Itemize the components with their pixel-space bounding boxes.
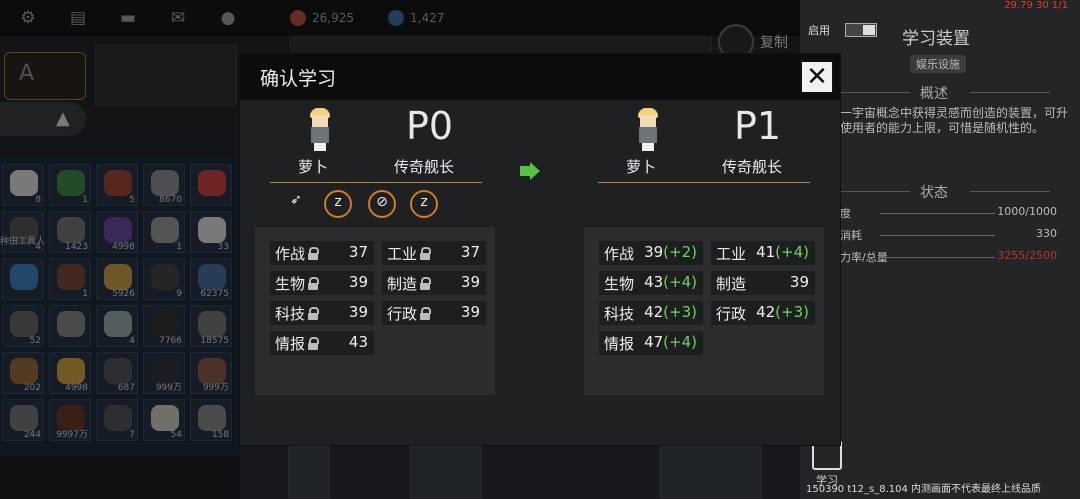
lock-icon — [308, 277, 319, 290]
level-before: P0 — [406, 104, 454, 148]
rank-title: 传奇舰长 — [394, 158, 455, 176]
level-after: P1 — [734, 104, 782, 148]
close-button[interactable]: ✕ — [800, 60, 834, 94]
facility-info-panel: 29.79 30 1/1 启用 学习装置 娱乐设施 概述 一宇宙概念中获得灵感而… — [800, 0, 1080, 499]
status-row: 消耗 330 — [840, 227, 1057, 242]
stat-label: 行政 — [387, 305, 418, 323]
stat-1: 工业 37 — [382, 241, 486, 265]
avatar — [304, 108, 336, 152]
sleep-trait-icon[interactable]: z — [324, 190, 352, 218]
lock-icon — [308, 247, 319, 260]
stat-1: 工业 41(+4) — [711, 241, 815, 265]
debug-readout: 29.79 30 1/1 — [1004, 0, 1068, 11]
stat-value: 47(+4) — [644, 333, 697, 351]
character-before: 萝卜 P0 传奇舰长 — [276, 104, 506, 186]
facility-description: 一宇宙概念中获得灵感而创造的装置，可升使用者的能力上限，可惜是随机性的。 — [840, 106, 1069, 135]
stat-value: 43 — [348, 333, 368, 351]
stat-3: 制造 39 — [382, 271, 486, 295]
status-row: 度 1000/1000 — [840, 205, 1057, 220]
enable-toggle[interactable] — [845, 23, 877, 37]
version-watermark: 150390 t12_s_8.104 内测画面不代表最终上线品质 — [806, 484, 1042, 495]
lock-icon — [420, 307, 431, 320]
stat-6: 情报 43 — [270, 331, 374, 355]
dialog-title: 确认学习 — [260, 68, 337, 90]
stat-4: 科技 39 — [270, 301, 374, 325]
stat-label: 生物 — [604, 275, 635, 293]
stat-value: 37 — [460, 243, 480, 261]
stat-3: 制造 39 — [711, 271, 815, 295]
stat-label: 作战 — [604, 245, 635, 263]
stat-value: 42(+3) — [756, 303, 809, 321]
rocket-trait-icon[interactable]: ➶ — [282, 190, 310, 218]
confirm-learn-dialog: 确认学习 ✕ 萝卜 P0 传奇舰长 ➶ z ⊘ z 萝卜 P1 传奇舰长 作战 3… — [240, 54, 840, 445]
stat-4: 科技 42(+3) — [599, 301, 703, 325]
facility-type-badge: 娱乐设施 — [910, 55, 966, 73]
stat-label: 工业 — [387, 245, 418, 263]
stat-value: 39 — [460, 303, 480, 321]
enable-label: 启用 — [808, 24, 830, 37]
stat-5: 行政 39 — [382, 301, 486, 325]
status-heading: 状态 — [920, 185, 948, 201]
lock-icon — [420, 277, 431, 290]
stat-value: 37 — [348, 243, 368, 261]
stat-value: 39 — [348, 273, 368, 291]
stat-value: 39(+2) — [644, 243, 697, 261]
stat-label: 科技 — [604, 305, 635, 323]
overview-heading: 概述 — [920, 86, 948, 102]
stat-label: 工业 — [716, 245, 747, 263]
lock-icon — [308, 307, 319, 320]
stat-value: 39 — [348, 303, 368, 321]
lock-icon — [308, 337, 319, 350]
learn-button[interactable]: 学习 — [810, 440, 844, 487]
facility-title: 学习装置 — [902, 29, 970, 49]
stat-label: 行政 — [716, 305, 747, 323]
stat-6: 情报 47(+4) — [599, 331, 703, 355]
stat-label: 科技 — [275, 305, 306, 323]
stat-label: 作战 — [275, 245, 306, 263]
character-name: 萝卜 — [626, 158, 657, 176]
stat-label: 制造 — [716, 275, 747, 293]
stat-value: 39 — [460, 273, 480, 291]
stat-value: 42(+3) — [644, 303, 697, 321]
stat-value: 43(+4) — [644, 273, 697, 291]
lock-icon — [420, 247, 431, 260]
stat-0: 作战 37 — [270, 241, 374, 265]
stat-label: 制造 — [387, 275, 418, 293]
rank-title: 传奇舰长 — [722, 158, 783, 176]
stat-2: 生物 43(+4) — [599, 271, 703, 295]
status-row: 力率/总量 3255/2500 — [840, 249, 1057, 264]
character-after: 萝卜 P1 传奇舰长 — [604, 104, 834, 186]
stat-value: 41(+4) — [756, 243, 809, 261]
stats-after: 作战 39(+2) 工业 41(+4) 生物 43(+4) 制造 39 科技 42(+3) 行政 42… — [584, 227, 824, 395]
sleep-trait-icon[interactable]: z — [410, 190, 438, 218]
stat-label: 生物 — [275, 275, 306, 293]
stat-0: 作战 39(+2) — [599, 241, 703, 265]
arrow-icon — [520, 166, 530, 176]
stat-label: 情报 — [275, 335, 306, 353]
stat-label: 情报 — [604, 335, 635, 353]
anti-rocket-trait-icon[interactable]: ⊘ — [368, 190, 396, 218]
stat-2: 生物 39 — [270, 271, 374, 295]
dialog-header: 确认学习 ✕ — [240, 54, 840, 100]
stat-value: 39 — [789, 273, 809, 291]
stat-5: 行政 42(+3) — [711, 301, 815, 325]
arrow-icon — [530, 162, 540, 180]
character-name: 萝卜 — [298, 158, 329, 176]
avatar — [632, 108, 664, 152]
stats-before: 作战 37 工业 37 生物 39 制造 39 科技 39 行政 39 情报 43 — [255, 227, 495, 395]
